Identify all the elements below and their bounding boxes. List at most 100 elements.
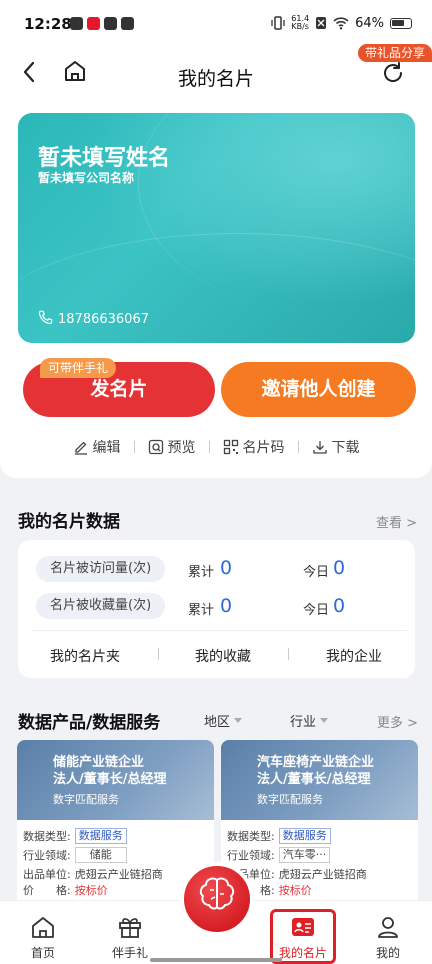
region-filter-label: 地区 xyxy=(204,715,231,730)
products-section-title: 数据产品/数据服务 xyxy=(18,713,161,733)
field-label: 出品单位: xyxy=(23,868,71,881)
tab-me[interactable]: 我的 xyxy=(358,913,418,961)
status-time: 12:28 xyxy=(24,15,72,33)
card-phone: 18786636067 xyxy=(58,312,149,327)
industry-filter[interactable]: 行业 xyxy=(290,711,329,730)
region-filter[interactable]: 地区 xyxy=(204,711,243,730)
gift-tag-badge: 可带伴手礼 xyxy=(40,358,117,378)
tab-home-label: 首页 xyxy=(30,946,55,960)
qrcode-icon xyxy=(223,439,238,455)
unit-value: 虎翅云产业链招商 xyxy=(278,868,367,881)
gesture-bar xyxy=(150,958,282,962)
card-actions: 编辑 预览 名片码 下载 xyxy=(0,436,432,458)
price-value: 按标价 xyxy=(278,884,312,897)
industry-filter-label: 行业 xyxy=(290,715,317,730)
business-card[interactable]: 暂未填写姓名 暂未填写公司名称 18786636067 xyxy=(18,113,415,343)
chevron-down-icon xyxy=(320,718,329,723)
notification-icons xyxy=(70,17,134,30)
card-company: 暂未填写公司名称 xyxy=(38,171,135,185)
product-subtitle: 数字匹配服务 xyxy=(53,793,119,806)
visit-total-value: 0 xyxy=(220,557,233,579)
invite-create-button[interactable]: 邀请他人创建 xyxy=(221,362,416,417)
data-section-title: 我的名片数据 xyxy=(18,512,120,532)
product-unit-row: 出品单位: 虎翅云产业链招商 xyxy=(23,866,163,882)
product-banner: 储能产业链企业法人/董事长/总经理 数字匹配服务 xyxy=(17,740,214,820)
tab-me-label: 我的 xyxy=(375,946,400,960)
edit-label: 编辑 xyxy=(92,440,121,456)
product-price-row: 价 格:按标价 xyxy=(23,882,108,898)
battery-percent: 64% xyxy=(355,15,384,31)
product-type-row: 数据类型: 数据服务 xyxy=(23,828,127,844)
edit-action[interactable]: 编辑 xyxy=(60,437,134,457)
visit-today-value: 0 xyxy=(333,557,346,579)
product-title: 汽车座椅产业链企业 法人/董事长/总经理 xyxy=(257,754,374,788)
refresh-share-icon[interactable] xyxy=(380,60,406,86)
wifi-icon xyxy=(333,17,349,30)
sim-off-icon xyxy=(316,17,327,29)
product-title-line: 储能产业链企业 xyxy=(53,755,145,770)
type-tag: 数据服务 xyxy=(278,828,331,844)
more-products-link[interactable]: 更多 > xyxy=(377,712,418,731)
card-name: 暂未填写姓名 xyxy=(38,146,171,171)
divider xyxy=(288,648,289,660)
active-tab-highlight xyxy=(270,909,336,964)
field-label: 行业领域: xyxy=(227,849,275,862)
collect-count-label: 名片被收藏量(次) xyxy=(36,593,166,619)
chevron-down-icon xyxy=(234,718,243,723)
gift-share-badge[interactable]: 带礼品分享 xyxy=(358,44,432,62)
network-speed: 61.4 KB/s xyxy=(291,15,309,31)
speed-unit: KB/s xyxy=(291,22,309,31)
view-more-link[interactable]: 查看 > xyxy=(376,512,417,531)
qrcode-action[interactable]: 名片码 xyxy=(210,437,298,457)
tiktok-icon xyxy=(104,17,117,30)
collect-today-value: 0 xyxy=(333,595,346,617)
visit-count-label: 名片被访问量(次) xyxy=(36,556,166,582)
tab-gift-label: 伴手礼 xyxy=(111,946,148,960)
product-industry-row: 行业领域: 汽车零··· xyxy=(227,847,331,863)
tab-gift[interactable]: 伴手礼 xyxy=(100,913,160,961)
field-label: 行业领域: xyxy=(23,849,71,862)
download-icon xyxy=(312,441,327,454)
edit-icon xyxy=(74,441,87,455)
weibo-icon xyxy=(87,17,100,30)
tab-home[interactable]: 首页 xyxy=(13,913,73,961)
collect-total-value: 0 xyxy=(220,595,233,617)
status-bar: 12:28 61.4 KB/s 64% xyxy=(0,0,432,48)
gift-icon xyxy=(119,918,141,938)
unit-value: 虎翅云产业链招商 xyxy=(74,868,163,881)
product-title-line: 法人/董事长/总经理 xyxy=(53,772,167,787)
my-favorites-link[interactable]: 我的收藏 xyxy=(195,646,251,666)
qrcode-label: 名片码 xyxy=(242,440,285,456)
visit-today-label: 今日 xyxy=(303,565,330,580)
preview-action[interactable]: 预览 xyxy=(135,437,209,457)
preview-icon xyxy=(148,439,163,455)
product-industry-row: 行业领域: 储能 xyxy=(23,847,127,863)
promo-brain-button[interactable] xyxy=(180,862,254,936)
field-label: 价 格: xyxy=(23,884,71,897)
data-card: 名片被访问量(次) 累计 0 今日 0 名片被收藏量(次) 累计 0 今日 0 … xyxy=(18,540,415,678)
status-right: 61.4 KB/s 64% xyxy=(271,15,412,31)
home-icon xyxy=(32,917,54,938)
app-grid-icon xyxy=(121,17,134,30)
page-title: 我的名片 xyxy=(177,68,254,90)
product-subtitle: 数字匹配服务 xyxy=(257,793,323,806)
collect-total-label: 累计 xyxy=(188,603,215,618)
field-label: 数据类型: xyxy=(23,830,71,843)
my-company-link[interactable]: 我的企业 xyxy=(326,646,382,666)
divider xyxy=(32,630,407,631)
user-icon xyxy=(378,917,398,938)
battery-icon xyxy=(390,17,412,29)
promo-brain-label: 推广大脑 xyxy=(195,942,239,955)
product-title: 储能产业链企业法人/董事长/总经理 xyxy=(53,754,167,788)
product-title-line: 法人/董事长/总经理 xyxy=(257,772,371,787)
field-label: 数据类型: xyxy=(227,830,275,843)
download-label: 下载 xyxy=(331,440,360,456)
card-folder-link[interactable]: 我的名片夹 xyxy=(50,646,120,666)
divider xyxy=(158,648,159,660)
industry-tag: 储能 xyxy=(74,847,127,863)
industry-tag: 汽车零··· xyxy=(278,847,331,863)
download-action[interactable]: 下载 xyxy=(299,437,373,457)
app-notification-icon xyxy=(70,17,83,30)
collect-today-label: 今日 xyxy=(303,603,330,618)
visit-total-label: 累计 xyxy=(188,565,215,580)
